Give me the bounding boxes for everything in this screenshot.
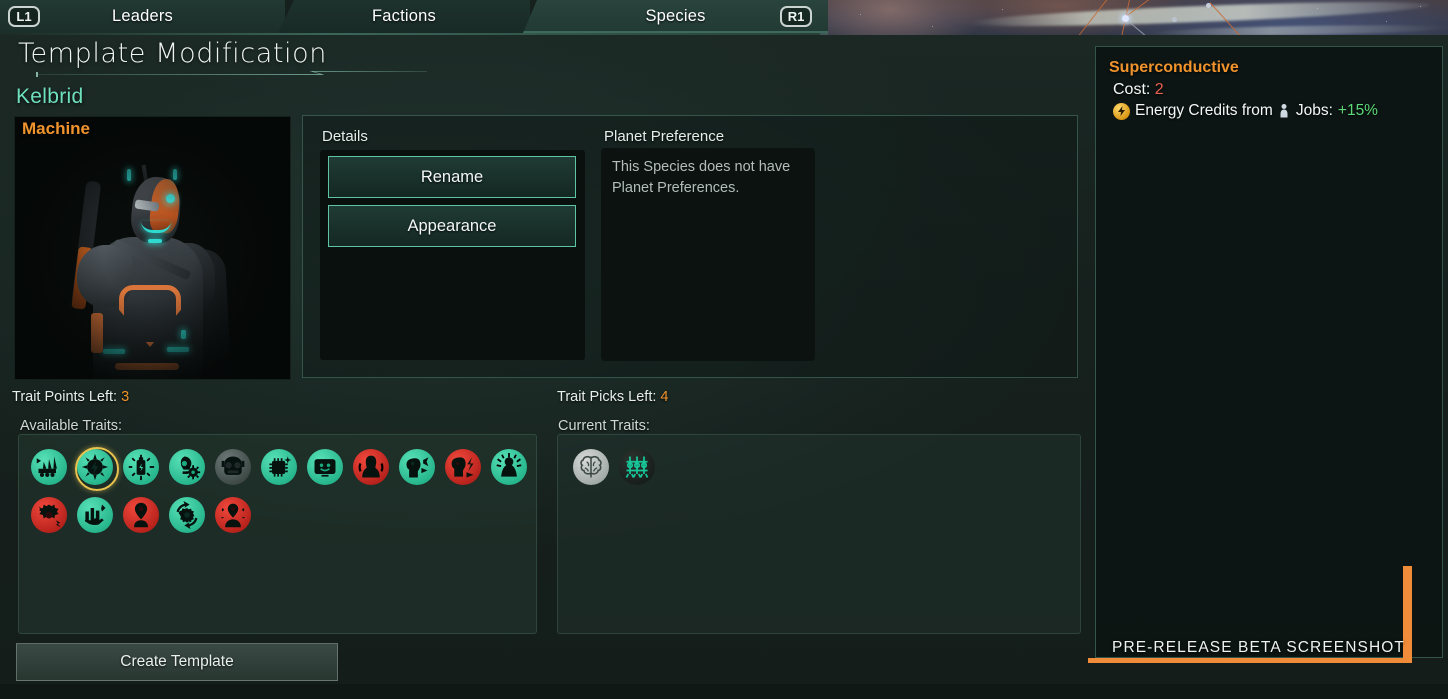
- species-name: Kelbrid: [16, 85, 84, 108]
- chip-spark-icon: [261, 449, 297, 485]
- tab-factions[interactable]: Factions: [278, 0, 530, 33]
- tab-leaders-label: Leaders: [111, 7, 174, 25]
- trait-points-left: Trait Points Left: 3: [12, 389, 129, 405]
- trait-emotion-emulators[interactable]: [302, 444, 348, 490]
- species-class-label: Machine: [22, 119, 91, 138]
- tooltip-cost-value: 2: [1154, 81, 1164, 98]
- gear-cycle-icon: [169, 497, 205, 533]
- trait-streamlined[interactable]: [164, 492, 210, 538]
- create-template-button[interactable]: Create Template: [16, 643, 338, 681]
- tab-species-label: Species: [645, 7, 706, 25]
- trait-picks-label: Trait Picks Left:: [557, 389, 657, 405]
- machine-circuit-icon: [619, 449, 655, 485]
- trait-high-maintenance[interactable]: [26, 492, 72, 538]
- right-bumper-button[interactable]: R1: [780, 6, 812, 27]
- species-portrait[interactable]: Machine: [14, 116, 291, 380]
- beta-watermark-text: PRE-RELEASE BETA SCREENSHOT: [1112, 639, 1405, 656]
- tooltip-effect-prefix: Energy Credits from: [1135, 102, 1273, 119]
- details-heading: Details: [322, 128, 368, 145]
- available-traits-label: Available Traits:: [20, 418, 123, 434]
- appearance-button-label: Appearance: [407, 216, 497, 235]
- available-traits-grid: [26, 443, 532, 539]
- lightning-burst-icon: [77, 449, 113, 485]
- trait-robotic[interactable]: [614, 444, 660, 490]
- trait-repurposed[interactable]: [210, 492, 256, 538]
- trait-propaganda-machines[interactable]: [394, 444, 440, 490]
- left-bumper-button[interactable]: L1: [8, 6, 40, 27]
- screen-smile-icon: [307, 449, 343, 485]
- current-traits-panel: [557, 434, 1081, 634]
- tooltip-title: Superconductive: [1109, 59, 1239, 76]
- battery-rays-icon: [123, 449, 159, 485]
- title-divider: [12, 71, 427, 77]
- factory-conveyor-icon: [31, 449, 67, 485]
- trait-tooltip-panel: [1095, 46, 1443, 658]
- trait-power-drills[interactable]: [118, 444, 164, 490]
- trait-points-label: Trait Points Left:: [12, 389, 118, 405]
- app-root: Leaders Factions Species L1 R1 Template …: [0, 0, 1448, 699]
- energy-credits-icon: [1113, 102, 1130, 120]
- current-traits-label: Current Traits:: [558, 418, 650, 434]
- tooltip-effect-row: Energy Credits from Jobs: +15%: [1113, 102, 1378, 120]
- trait-mass-produced[interactable]: [26, 444, 72, 490]
- trait-points-value: 3: [121, 389, 130, 405]
- head-rays-icon: [491, 449, 527, 485]
- create-template-label: Create Template: [120, 653, 234, 670]
- pop-jobs-icon: [1278, 103, 1291, 120]
- trait-recycled[interactable]: [118, 492, 164, 538]
- trait-intelligent[interactable]: [568, 444, 614, 490]
- top-tab-bar: Leaders Factions Species L1 R1: [0, 0, 1448, 33]
- tooltip-cost-row: Cost: 2: [1113, 81, 1164, 99]
- available-traits-panel: [18, 434, 537, 634]
- trait-double-jointed[interactable]: [210, 444, 256, 490]
- right-bumper-label: R1: [787, 9, 805, 24]
- brain-icon: [573, 449, 609, 485]
- head-speech-icon: [399, 449, 435, 485]
- broken-gear-icon: [31, 497, 67, 533]
- left-bumper-label: L1: [16, 9, 32, 24]
- tooltip-cost-label: Cost:: [1113, 81, 1151, 98]
- trait-bulky[interactable]: [348, 444, 394, 490]
- bulky-figure-icon: [353, 449, 389, 485]
- trait-efficient-processors[interactable]: [164, 444, 210, 490]
- trait-logic-engines[interactable]: [256, 444, 302, 490]
- pin-figure-icon: [123, 497, 159, 533]
- rename-button[interactable]: Rename: [328, 156, 576, 198]
- tooltip-effect-middle: Jobs:: [1295, 102, 1333, 119]
- tab-factions-label: Factions: [372, 7, 436, 25]
- planet-preference-heading: Planet Preference: [604, 128, 725, 145]
- trait-superconductive[interactable]: [72, 444, 119, 491]
- trait-picks-value: 4: [660, 389, 669, 405]
- machine-portrait-art: [15, 117, 290, 379]
- trait-luminous[interactable]: [486, 444, 532, 490]
- head-shock-icon: [445, 449, 481, 485]
- tab-bar-underline: [0, 33, 828, 35]
- bulb-gear-icon: [169, 449, 205, 485]
- bottom-strip: [0, 684, 1448, 699]
- current-traits-grid: [568, 443, 1068, 491]
- tooltip-effect-value: +15%: [1337, 102, 1378, 119]
- appearance-button[interactable]: Appearance: [328, 205, 576, 247]
- hand-grain-icon: [77, 497, 113, 533]
- figure-pin-red-icon: [215, 497, 251, 533]
- page-title: Template Modification: [18, 38, 327, 69]
- tab-leaders[interactable]: Leaders: [0, 0, 285, 33]
- planet-preference-text: This Species does not have Planet Prefer…: [612, 159, 791, 196]
- trait-picks-left: Trait Picks Left: 4: [557, 389, 669, 405]
- robot-face-dark-icon: [215, 449, 251, 485]
- trait-harvesters[interactable]: [72, 492, 118, 538]
- beta-bar-horizontal: [1088, 658, 1410, 663]
- trait-uncanny[interactable]: [440, 444, 486, 490]
- rename-button-label: Rename: [420, 167, 484, 186]
